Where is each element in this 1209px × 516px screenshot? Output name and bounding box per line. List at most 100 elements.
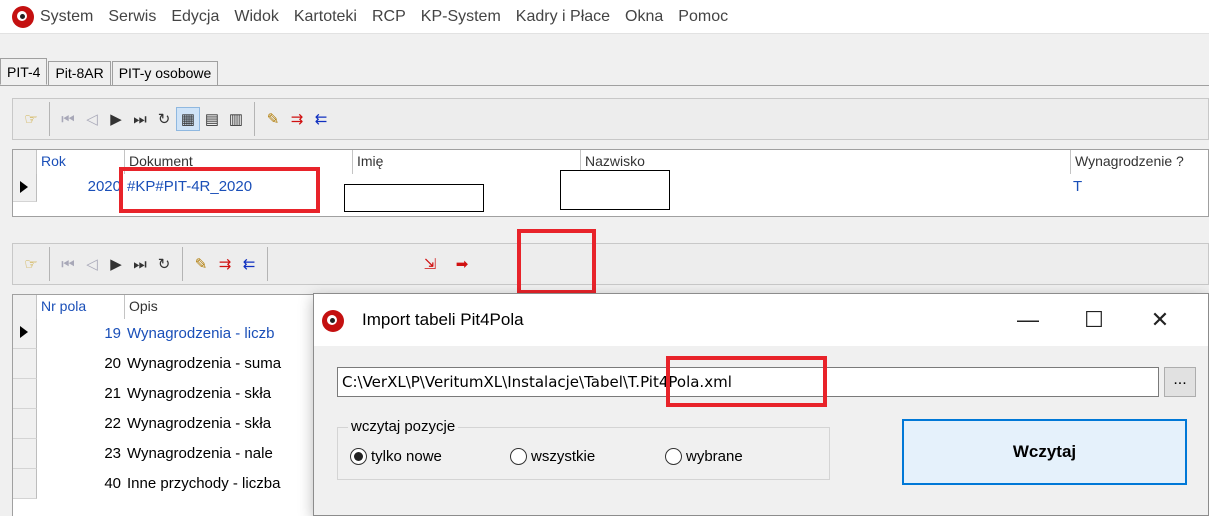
radio-unchecked-icon [510, 448, 527, 465]
radio-checked-icon [350, 448, 367, 465]
tab-bar: PIT-4 Pit-8AR PIT-y osobowe [0, 58, 219, 85]
radio-wybrane[interactable]: wybrane [665, 448, 743, 465]
import-dialog: Import tabeli Pit4Pola — ☐ ✕ C:\VerXL\P\… [313, 293, 1209, 516]
grid-view-icon[interactable]: ▦ [176, 107, 200, 131]
row-indicator [13, 469, 37, 499]
cell-rok[interactable]: 2020 [37, 174, 123, 200]
tab-pit-4[interactable]: PIT-4 [0, 58, 48, 85]
field-row-nr[interactable]: 21 [37, 381, 121, 407]
menu-kadry-i-place[interactable]: Kadry i Płace [516, 8, 610, 26]
import-icon[interactable]: ⇲ [418, 252, 442, 276]
minimize-icon[interactable]: — [1004, 302, 1052, 338]
menu-widok[interactable]: Widok [234, 8, 278, 26]
menu-edycja[interactable]: Edycja [171, 8, 219, 26]
column-header-opis[interactable]: Opis [125, 295, 333, 319]
first-record-icon[interactable]: ⏮ [56, 252, 80, 276]
field-row-nr[interactable]: 40 [37, 471, 121, 497]
next-record-icon[interactable]: ▶ [104, 252, 128, 276]
field-row-opis[interactable]: Inne przychody - liczba [127, 471, 332, 497]
menu-rcp[interactable]: RCP [372, 8, 406, 26]
field-row-nr[interactable]: 19 [37, 321, 121, 347]
menu-bar: System Serwis Edycja Widok Kartoteki RCP… [0, 0, 1209, 34]
edit-icon[interactable]: ✎ [261, 107, 285, 131]
bottom-toolbar-edit-group: ✎ ⇉ ⇇ [183, 247, 268, 281]
cell-dokument[interactable]: #KP#PIT-4R_2020 [127, 174, 347, 200]
close-icon[interactable]: ✕ [1136, 302, 1184, 338]
toolbar-edit-group: ✎ ⇉ ⇇ [255, 102, 339, 136]
load-button[interactable]: Wczytaj [902, 419, 1187, 485]
prev-record-icon[interactable]: ◁ [80, 252, 104, 276]
dialog-title: Import tabeli Pit4Pola [362, 310, 524, 329]
field-row-opis[interactable]: Wynagrodzenia - liczb [127, 321, 332, 347]
pointer-hand-icon[interactable]: ☞ [19, 107, 43, 131]
column-header-rok[interactable]: Rok [37, 150, 125, 174]
radio-label: wszystkie [531, 448, 596, 465]
file-path-filename: \T.Pit4Pola.xml [622, 373, 732, 391]
bottom-toolbar-navigation-group: ⏮ ◁ ▶ ⏭ ↻ [50, 247, 183, 281]
prev-record-icon[interactable]: ◁ [80, 107, 104, 131]
radio-label: tylko nowe [371, 448, 442, 465]
column-header-dokument[interactable]: Dokument [125, 150, 353, 174]
row-indicator [13, 409, 37, 439]
list-view-icon[interactable]: ▥ [224, 107, 248, 131]
file-path-directory: C:\VerXL\P\VeritumXL\Instalacje\Tabel [342, 373, 623, 391]
radio-wszystkie[interactable]: wszystkie [510, 448, 595, 465]
field-row-nr[interactable]: 20 [37, 351, 121, 377]
browse-button[interactable]: ... [1164, 367, 1196, 397]
radio-unchecked-icon [665, 448, 682, 465]
column-header-imie[interactable]: Imię [353, 150, 581, 174]
cell-wynagrodzenie[interactable]: T [1073, 174, 1193, 200]
radio-label: wybrane [686, 448, 743, 465]
app-logo-icon [322, 310, 344, 332]
menu-system[interactable]: System [40, 8, 93, 26]
field-row-opis[interactable]: Wynagrodzenia - suma [127, 351, 332, 377]
row-indicator [13, 379, 37, 409]
column-header-wynagrodzenie[interactable]: Wynagrodzenie ? [1071, 150, 1209, 174]
first-record-icon[interactable]: ⏮ [56, 107, 80, 131]
insert-row-icon[interactable]: ⇉ [213, 252, 237, 276]
refresh-icon[interactable]: ↻ [152, 107, 176, 131]
last-record-icon[interactable]: ⏭ [128, 107, 152, 131]
field-row-opis[interactable]: Wynagrodzenia - skła [127, 411, 332, 437]
tab-divider [0, 85, 1209, 86]
bottom-toolbar: ☞ ⏮ ◁ ▶ ⏭ ↻ ✎ ⇉ ⇇ ⇲ ➡ [12, 243, 1209, 285]
form-view-icon[interactable]: ▤ [200, 107, 224, 131]
pointer-hand-icon[interactable]: ☞ [19, 252, 43, 276]
menu-kartoteki[interactable]: Kartoteki [294, 8, 357, 26]
edit-icon[interactable]: ✎ [189, 252, 213, 276]
column-header-nr-pola[interactable]: Nr pola [37, 295, 125, 319]
cell-nazwisko[interactable] [560, 170, 670, 210]
refresh-icon[interactable]: ↻ [152, 252, 176, 276]
dialog-title-bar: Import tabeli Pit4Pola — ☐ ✕ [314, 294, 1208, 346]
insert-row-icon[interactable]: ⇉ [285, 107, 309, 131]
grid-corner [13, 295, 37, 319]
radio-tylko-nowe[interactable]: tylko nowe [350, 448, 442, 465]
bottom-toolbar-import-group: ⇲ ➡ [268, 247, 480, 281]
field-row-opis[interactable]: Wynagrodzenia - skła [127, 381, 332, 407]
row-indicator [13, 349, 37, 379]
remove-row-icon[interactable]: ⇇ [309, 107, 333, 131]
cell-imie[interactable] [344, 184, 484, 212]
load-options-label: wczytaj pozycje [348, 418, 459, 435]
menu-kp-system[interactable]: KP-System [421, 8, 501, 26]
menu-pomoc[interactable]: Pomoc [678, 8, 728, 26]
next-record-icon[interactable]: ▶ [104, 107, 128, 131]
menu-okna[interactable]: Okna [625, 8, 663, 26]
file-path-input[interactable]: C:\VerXL\P\VeritumXL\Instalacje\Tabel\T.… [337, 367, 1159, 397]
tab-pit-y-osobowe[interactable]: PIT-y osobowe [111, 61, 219, 85]
grid-corner [13, 150, 37, 174]
export-icon[interactable]: ➡ [450, 252, 474, 276]
field-row-nr[interactable]: 22 [37, 411, 121, 437]
app-logo-icon[interactable] [12, 5, 34, 28]
current-row-indicator [13, 319, 37, 349]
top-toolbar: ☞ ⏮ ◁ ▶ ⏭ ↻ ▦ ▤ ▥ ✎ ⇉ ⇇ [12, 98, 1209, 140]
field-row-nr[interactable]: 23 [37, 441, 121, 467]
remove-row-icon[interactable]: ⇇ [237, 252, 261, 276]
toolbar-pointer-group: ☞ [13, 102, 50, 136]
maximize-icon[interactable]: ☐ [1070, 302, 1118, 338]
field-row-opis[interactable]: Wynagrodzenia - nale [127, 441, 332, 467]
menu-serwis[interactable]: Serwis [108, 8, 156, 26]
current-row-indicator [13, 174, 37, 202]
last-record-icon[interactable]: ⏭ [128, 252, 152, 276]
tab-pit-8ar[interactable]: Pit-8AR [48, 61, 111, 85]
